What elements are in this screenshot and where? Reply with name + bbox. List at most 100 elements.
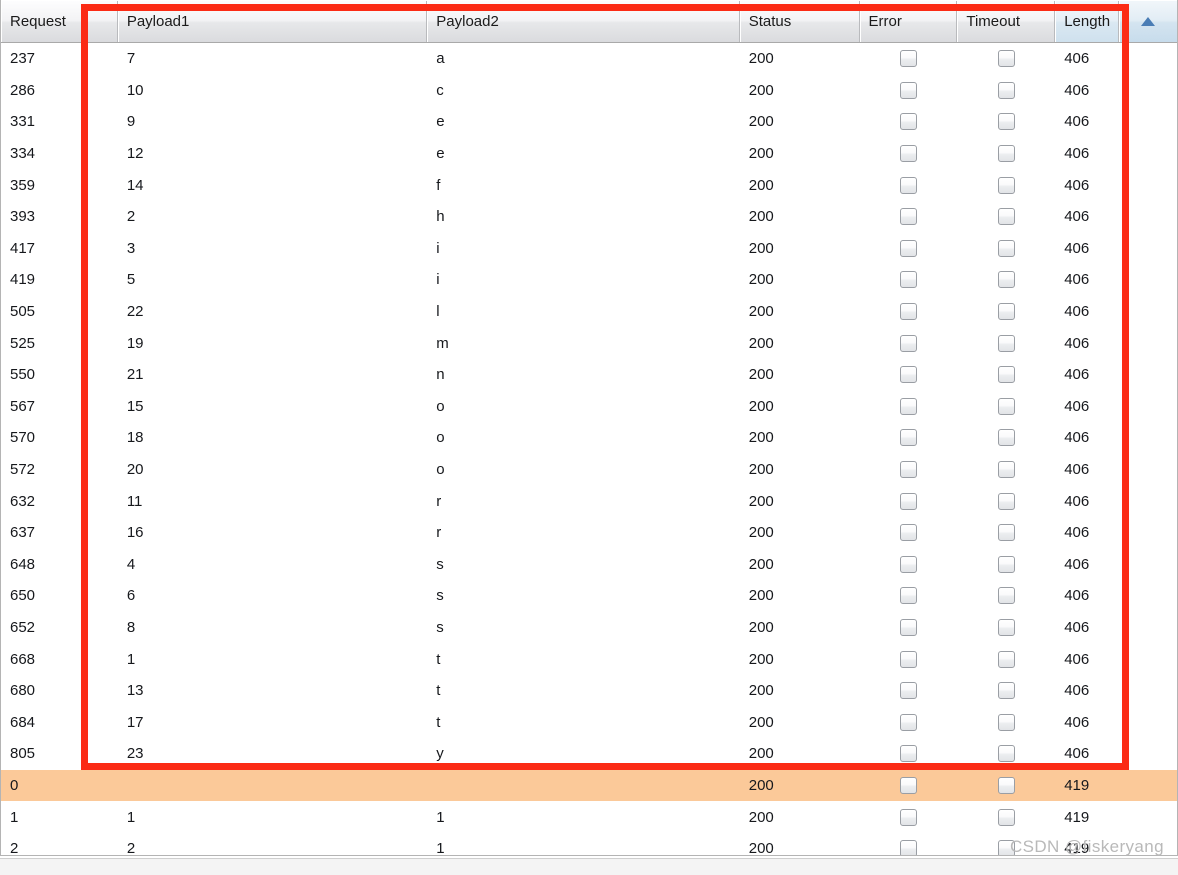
- table-row[interactable]: 525 19 m 200 406: [1, 327, 1177, 359]
- table-row[interactable]: 419 5 i 200 406: [1, 264, 1177, 296]
- column-header-payload1[interactable]: Payload1: [117, 1, 428, 42]
- table-row[interactable]: 632 11 r 200 406: [1, 485, 1177, 517]
- timeout-checkbox[interactable]: [997, 208, 1015, 226]
- timeout-checkbox[interactable]: [997, 808, 1015, 826]
- table-row[interactable]: 567 15 o 200 406: [1, 390, 1177, 423]
- cell-payload2: t: [436, 682, 441, 700]
- table-row[interactable]: 417 3 i 200 406: [1, 232, 1177, 265]
- table-row[interactable]: 334 12 e 200 406: [1, 137, 1177, 170]
- error-checkbox[interactable]: [899, 429, 917, 447]
- timeout-checkbox[interactable]: [997, 397, 1015, 415]
- error-checkbox[interactable]: [899, 208, 917, 226]
- timeout-checkbox[interactable]: [997, 587, 1015, 605]
- timeout-checkbox[interactable]: [997, 303, 1015, 321]
- error-checkbox[interactable]: [899, 587, 917, 605]
- table-row[interactable]: 331 9 e 200 406: [1, 106, 1177, 138]
- timeout-checkbox[interactable]: [997, 524, 1015, 542]
- timeout-checkbox[interactable]: [997, 555, 1015, 573]
- error-checkbox[interactable]: [899, 113, 917, 131]
- timeout-checkbox[interactable]: [997, 334, 1015, 352]
- error-checkbox[interactable]: [899, 713, 917, 731]
- timeout-checkbox[interactable]: [997, 145, 1015, 163]
- table-row[interactable]: 684 17 t 200 406: [1, 706, 1177, 739]
- table-row[interactable]: 550 21 n 200 406: [1, 358, 1177, 391]
- table-row[interactable]: 505 22 l 200 406: [1, 295, 1177, 328]
- error-checkbox[interactable]: [899, 303, 917, 321]
- sort-direction-button[interactable]: [1119, 1, 1177, 42]
- timeout-checkbox[interactable]: [997, 650, 1015, 668]
- timeout-checkbox[interactable]: [997, 745, 1015, 763]
- error-checkbox[interactable]: [899, 271, 917, 289]
- error-checkbox[interactable]: [899, 808, 917, 826]
- column-header-request[interactable]: Request: [1, 1, 118, 42]
- cell-timeout: [957, 643, 1055, 675]
- error-checkbox[interactable]: [899, 366, 917, 384]
- table-row[interactable]: 652 8 s 200 406: [1, 611, 1177, 644]
- error-checkbox[interactable]: [899, 492, 917, 510]
- table-row[interactable]: 0 200 419: [1, 769, 1177, 802]
- error-checkbox[interactable]: [899, 397, 917, 415]
- table-row[interactable]: 648 4 s 200 406: [1, 548, 1177, 581]
- table-row[interactable]: 237 7 a 200 406: [1, 43, 1177, 75]
- cell-timeout: [957, 75, 1055, 107]
- error-checkbox[interactable]: [899, 81, 917, 99]
- cell-error: [860, 454, 958, 486]
- timeout-checkbox[interactable]: [997, 840, 1015, 855]
- cell-payload1: 19: [126, 334, 144, 352]
- error-checkbox[interactable]: [899, 239, 917, 257]
- error-checkbox[interactable]: [899, 745, 917, 763]
- timeout-checkbox[interactable]: [997, 682, 1015, 700]
- error-checkbox[interactable]: [899, 650, 917, 668]
- table-row[interactable]: 572 20 o 200 406: [1, 453, 1177, 486]
- timeout-checkbox[interactable]: [997, 176, 1015, 194]
- error-checkbox[interactable]: [899, 145, 917, 163]
- table-row[interactable]: 393 2 h 200 406: [1, 200, 1177, 233]
- table-row[interactable]: 650 6 s 200 406: [1, 580, 1177, 612]
- cell-payload1: 3: [126, 239, 136, 257]
- timeout-checkbox[interactable]: [997, 776, 1015, 794]
- timeout-checkbox[interactable]: [997, 50, 1015, 68]
- error-checkbox[interactable]: [899, 618, 917, 636]
- table-row[interactable]: 286 10 c 200 406: [1, 74, 1177, 107]
- timeout-checkbox[interactable]: [997, 366, 1015, 384]
- table-row[interactable]: 570 18 o 200 406: [1, 422, 1177, 454]
- column-header-error[interactable]: Error: [859, 1, 958, 42]
- cell-timeout: [957, 485, 1055, 517]
- table-row[interactable]: 359 14 f 200 406: [1, 169, 1177, 201]
- column-header-payload2[interactable]: Payload2: [427, 1, 740, 42]
- table-row[interactable]: 680 13 t 200 406: [1, 674, 1177, 707]
- timeout-checkbox[interactable]: [997, 429, 1015, 447]
- timeout-checkbox[interactable]: [997, 271, 1015, 289]
- timeout-checkbox[interactable]: [997, 492, 1015, 510]
- error-checkbox[interactable]: [899, 50, 917, 68]
- cell-request: 570: [10, 429, 36, 447]
- cell-error: [860, 75, 958, 107]
- error-checkbox[interactable]: [899, 555, 917, 573]
- error-checkbox[interactable]: [899, 461, 917, 479]
- timeout-checkbox[interactable]: [997, 113, 1015, 131]
- column-header-length[interactable]: Length: [1055, 1, 1120, 42]
- table-row[interactable]: 805 23 y 200 406: [1, 738, 1177, 770]
- cell-error: [860, 549, 958, 581]
- timeout-checkbox[interactable]: [997, 461, 1015, 479]
- table-row[interactable]: 668 1 t 200 406: [1, 643, 1177, 675]
- error-checkbox[interactable]: [899, 176, 917, 194]
- table-row[interactable]: 637 16 r 200 406: [1, 516, 1177, 549]
- error-checkbox[interactable]: [899, 776, 917, 794]
- column-header-status[interactable]: Status: [739, 1, 860, 42]
- timeout-checkbox[interactable]: [997, 81, 1015, 99]
- cell-status: 200: [748, 713, 774, 731]
- table-row[interactable]: 2 2 1 200 419: [1, 832, 1177, 855]
- error-checkbox[interactable]: [899, 524, 917, 542]
- cell-error: [860, 612, 958, 644]
- error-checkbox[interactable]: [899, 840, 917, 855]
- table-row[interactable]: 1 1 1 200 419: [1, 801, 1177, 833]
- cell-timeout: [957, 391, 1055, 423]
- timeout-checkbox[interactable]: [997, 239, 1015, 257]
- timeout-checkbox[interactable]: [997, 618, 1015, 636]
- column-header-timeout[interactable]: Timeout: [957, 1, 1056, 42]
- error-checkbox[interactable]: [899, 682, 917, 700]
- error-checkbox[interactable]: [899, 334, 917, 352]
- attack-results-table[interactable]: Request Payload1 Payload2 Status Error T…: [0, 0, 1178, 856]
- timeout-checkbox[interactable]: [997, 713, 1015, 731]
